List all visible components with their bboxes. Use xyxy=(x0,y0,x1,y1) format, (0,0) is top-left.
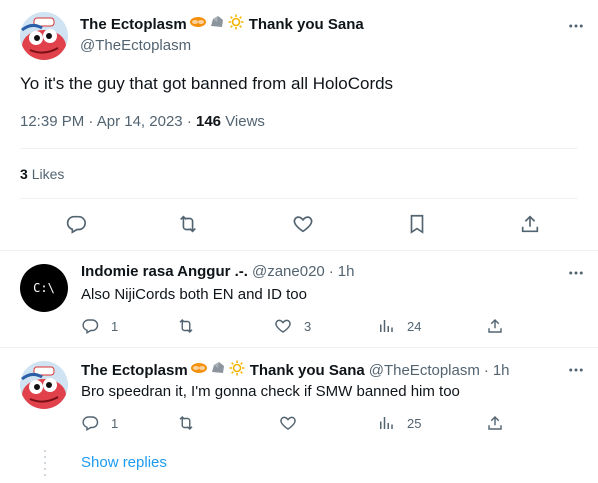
retweet-button[interactable] xyxy=(177,414,207,432)
dot-separator: · xyxy=(328,263,334,280)
reply-action-bar: 1 3 24 xyxy=(81,317,521,337)
author-name-row: Indomie rasa Anggur .-. @zane020 · 1h xyxy=(81,263,354,280)
display-name[interactable]: The Ectoplasm xyxy=(81,362,188,379)
views-label: Views xyxy=(225,113,265,130)
retweet-icon[interactable] xyxy=(176,212,200,236)
rock-emoji xyxy=(209,14,225,35)
avatar[interactable] xyxy=(20,12,68,60)
display-name-suffix: Thank you Sana xyxy=(249,362,365,379)
share-icon[interactable] xyxy=(518,212,542,236)
share-button[interactable] xyxy=(486,317,504,335)
author-name-row: The Ectoplasm Thank you Sana xyxy=(80,14,364,35)
like-button[interactable] xyxy=(279,414,309,432)
meta-separator: · xyxy=(186,113,192,130)
more-icon[interactable] xyxy=(566,16,586,36)
views-button[interactable]: 24 xyxy=(377,317,421,335)
tweet-action-bar xyxy=(0,212,598,240)
views-count: 146 xyxy=(195,113,222,130)
display-name-suffix: Thank you Sana xyxy=(248,16,364,33)
sun-emoji xyxy=(229,360,245,381)
pretzel-emoji xyxy=(189,14,207,35)
more-icon[interactable] xyxy=(566,360,586,380)
author-handle[interactable]: @TheEctoplasm xyxy=(80,37,191,54)
reply-action-bar: 1 25 xyxy=(81,414,521,434)
tweet-text: Yo it's the guy that got banned from all… xyxy=(20,74,394,93)
reply-tweet[interactable]: C:\ Indomie rasa Anggur .-. @zane020 · 1… xyxy=(0,251,598,347)
likes-count: 3 xyxy=(20,166,28,182)
divider xyxy=(20,148,578,149)
share-button[interactable] xyxy=(486,414,504,432)
bookmark-icon[interactable] xyxy=(405,212,429,236)
likes-label: Likes xyxy=(31,166,65,182)
reply-button[interactable]: 1 xyxy=(81,414,118,432)
thread-connector xyxy=(44,450,46,478)
tweet-time[interactable]: 12:39 PM xyxy=(20,113,84,130)
reply-count: 1 xyxy=(111,318,119,334)
show-replies-link[interactable]: Show replies xyxy=(81,454,167,471)
main-tweet: The Ectoplasm Thank you Sana @TheEctopla… xyxy=(0,0,598,250)
tweet-date[interactable]: Apr 14, 2023 xyxy=(97,113,183,130)
author-name-row: The Ectoplasm Thank you Sana @TheEctopla… xyxy=(81,360,510,381)
views-count: 25 xyxy=(407,415,422,431)
reply-text: Bro speedran it, I'm gonna check if SMW … xyxy=(81,383,460,400)
sun-emoji xyxy=(228,14,244,35)
display-name[interactable]: The Ectoplasm xyxy=(80,16,187,33)
author-handle[interactable]: @TheEctoplasm xyxy=(369,362,480,379)
pretzel-emoji xyxy=(190,360,208,381)
like-icon[interactable] xyxy=(291,212,315,236)
tweet-meta: 12:39 PM · Apr 14, 2023 · 146 Views xyxy=(20,113,265,130)
avatar-text: C:\ xyxy=(33,281,55,295)
display-name[interactable]: Indomie rasa Anggur .-. xyxy=(81,263,248,280)
meta-separator: · xyxy=(88,113,94,130)
more-icon[interactable] xyxy=(566,263,586,283)
reply-button[interactable]: 1 xyxy=(81,317,118,335)
reply-time[interactable]: 1h xyxy=(338,263,355,280)
author-handle[interactable]: @zane020 xyxy=(252,263,325,280)
reply-tweet[interactable]: The Ectoplasm Thank you Sana @TheEctopla… xyxy=(0,348,598,448)
reply-count: 1 xyxy=(111,415,119,431)
rock-emoji xyxy=(210,360,226,381)
retweet-button[interactable] xyxy=(177,317,207,335)
like-count: 3 xyxy=(304,318,312,334)
reply-text: Also NijiCords both EN and ID too xyxy=(81,286,307,303)
avatar[interactable] xyxy=(20,361,68,409)
views-count: 24 xyxy=(407,318,422,334)
dot-separator: · xyxy=(483,362,489,379)
views-button[interactable]: 25 xyxy=(377,414,421,432)
divider xyxy=(20,198,578,199)
avatar[interactable]: C:\ xyxy=(20,264,68,312)
like-button[interactable]: 3 xyxy=(274,317,311,335)
reply-time[interactable]: 1h xyxy=(493,362,510,379)
likes-link[interactable]: 3 Likes xyxy=(20,166,64,182)
reply-icon[interactable] xyxy=(64,212,88,236)
